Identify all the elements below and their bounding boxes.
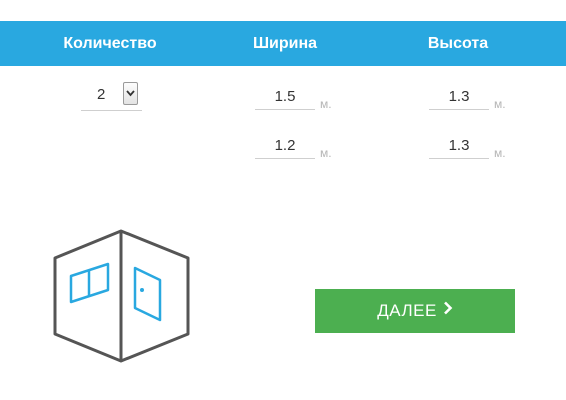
width-column-title: Ширина [252, 35, 318, 52]
height-input-row-2[interactable]: 1.3 [429, 132, 489, 159]
width-unit-row-2: м. [320, 146, 332, 160]
quantity-select-value: 2 [97, 86, 106, 103]
height-input-row-1[interactable]: 1.3 [429, 83, 489, 110]
room-icon [50, 228, 192, 366]
height-unit-row-1: м. [494, 97, 506, 111]
chevron-down-icon[interactable] [123, 82, 138, 105]
width-input-row-1[interactable]: 1.5 [255, 83, 315, 110]
quantity-column-title: Количество [63, 35, 157, 52]
width-unit-row-1: м. [320, 97, 332, 111]
table-header: Количество Ширина Высота [0, 21, 566, 66]
next-button[interactable]: ДАЛЕЕ [315, 289, 515, 333]
width-input-row-2[interactable]: 1.2 [255, 132, 315, 159]
chevron-right-icon [443, 288, 453, 332]
next-button-label: ДАЛЕЕ [377, 301, 437, 320]
quantity-select[interactable]: 2 [81, 80, 142, 111]
height-column-title: Высота [427, 35, 489, 52]
height-unit-row-2: м. [494, 146, 506, 160]
